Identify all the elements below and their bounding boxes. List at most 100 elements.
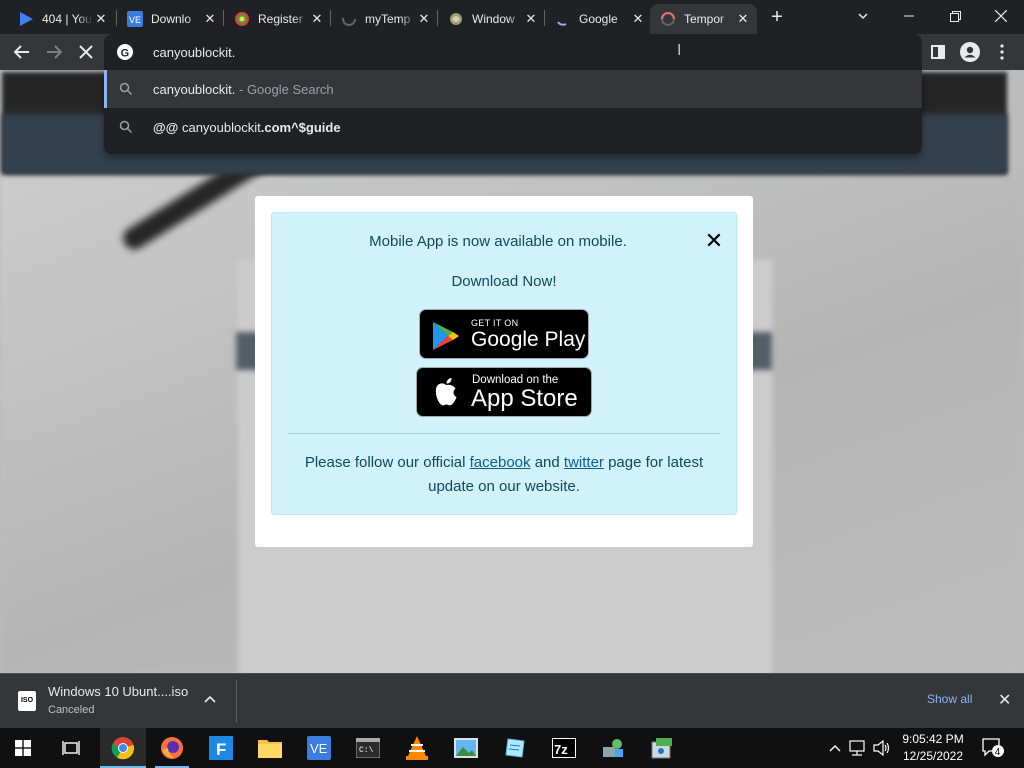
network-icon[interactable] — [848, 728, 868, 768]
leaf-icon — [234, 11, 250, 27]
task-view-icon[interactable] — [48, 728, 94, 768]
clock-time: 9:05:42 PM — [902, 732, 964, 746]
svg-text:C:\: C:\ — [359, 746, 374, 755]
tab-search-icon[interactable] — [840, 0, 886, 32]
close-icon[interactable]: ✕ — [416, 11, 432, 27]
close-icon[interactable]: ✕ — [93, 11, 109, 27]
suggestion-filter-rule[interactable]: @@ canyoublockit.com^$guide — [104, 108, 922, 146]
loading-icon — [555, 11, 571, 27]
google-play-big-text: Google Play — [471, 328, 586, 351]
tab-title: Google — [579, 12, 618, 26]
twitter-link[interactable]: twitter — [564, 454, 604, 471]
tab-6[interactable]: Google ✕ — [545, 4, 652, 34]
tab-5[interactable]: Window ✕ — [438, 4, 545, 34]
download-file-name[interactable]: Windows 10 Ubunt....iso — [48, 684, 188, 699]
close-icon[interactable]: ✕ — [309, 11, 325, 27]
suggestion-query: canyoublockit — [181, 119, 261, 135]
profile-icon[interactable] — [956, 38, 984, 66]
menu-kebab-icon[interactable] — [988, 38, 1016, 66]
folder-icon[interactable] — [247, 728, 293, 768]
back-button[interactable] — [8, 38, 36, 66]
app-promo-modal: Mobile App is now available on mobile. ✕… — [255, 196, 753, 547]
shelf-divider — [236, 680, 237, 722]
iso-file-icon: ISO — [18, 691, 36, 711]
google-g-icon: G — [117, 44, 133, 60]
swirl-icon — [448, 11, 464, 27]
tab-title: Tempor — [684, 12, 725, 26]
autocomplete-dropdown: canyoublockit. - Google Search @@ canyou… — [104, 70, 922, 154]
svg-text:7z: 7z — [554, 742, 568, 757]
tab-title: Window — [472, 12, 515, 26]
notification-count: 4 — [995, 747, 1001, 758]
suggestion-google-search[interactable]: canyoublockit. - Google Search — [104, 70, 922, 108]
app-store-badge[interactable]: Download on the App Store — [416, 367, 592, 417]
start-button[interactable] — [0, 728, 46, 768]
clock-date: 12/25/2022 — [902, 749, 964, 763]
7zip-icon[interactable]: 7z — [541, 728, 587, 768]
tab-3[interactable]: Register ✕ — [224, 4, 331, 34]
tab-4[interactable]: myTemp ✕ — [331, 4, 438, 34]
installer-icon[interactable] — [639, 728, 685, 768]
svg-text:F: F — [216, 740, 226, 759]
google-play-small-text: GET IT ON — [471, 318, 519, 328]
tab-title: 404 | You — [42, 12, 92, 26]
modal-cta-text: Download Now! — [451, 273, 557, 290]
download-status: Canceled — [48, 704, 95, 716]
forward-button[interactable] — [40, 38, 68, 66]
firefox-icon[interactable] — [149, 728, 195, 768]
apple-icon — [431, 377, 461, 414]
tab-title: Downlo — [151, 12, 192, 26]
suggestion-text: @@ canyoublockit.com^$guide — [153, 120, 341, 135]
suggestion-query: canyoublockit. — [153, 81, 236, 97]
close-icon[interactable]: ✕ — [630, 11, 646, 27]
address-bar[interactable]: G canyoublockit. I — [104, 34, 922, 70]
play-icon — [18, 11, 34, 27]
info-alert: Mobile App is now available on mobile. ✕… — [271, 212, 737, 515]
svg-text:G: G — [121, 47, 130, 59]
download-shelf: ISO Windows 10 Ubunt....iso Canceled Sho… — [0, 673, 1024, 728]
footer-before: Please follow our official — [304, 454, 470, 471]
facebook-link[interactable]: facebook — [470, 454, 531, 471]
new-tab-button[interactable]: + — [766, 6, 788, 28]
google-play-badge[interactable]: GET IT ON Google Play — [419, 309, 589, 359]
close-icon[interactable]: ✕ — [523, 11, 539, 27]
network-app-icon[interactable] — [590, 728, 636, 768]
address-input[interactable]: canyoublockit. — [153, 45, 235, 60]
spinner-icon — [341, 11, 357, 27]
divider — [288, 433, 720, 434]
system-clock[interactable]: 9:05:42 PM 12/25/2022 — [896, 731, 970, 765]
minimize-button[interactable] — [886, 0, 932, 32]
close-icon[interactable]: ✕ — [735, 11, 751, 27]
close-shelf-button[interactable]: ✕ — [998, 690, 1011, 710]
windows-taskbar: F VE C:\ 7z 9:05:42 PM 12/25/2022 4 — [0, 728, 1024, 768]
show-all-link[interactable]: Show all — [927, 692, 972, 706]
photo-icon[interactable] — [443, 728, 489, 768]
notepad-icon[interactable] — [492, 728, 538, 768]
chevron-up-icon[interactable] — [204, 692, 216, 706]
notification-center-icon[interactable]: 4 — [978, 728, 1008, 768]
tray-chevron-up-icon[interactable] — [826, 728, 844, 768]
ve-icon[interactable]: VE — [296, 728, 342, 768]
search-icon — [119, 82, 133, 96]
terminal-icon[interactable]: C:\ — [345, 728, 391, 768]
vlc-icon[interactable] — [394, 728, 440, 768]
restore-button[interactable] — [932, 0, 978, 32]
stop-button[interactable] — [72, 38, 100, 66]
tab-7-active[interactable]: Tempor ✕ — [650, 4, 757, 34]
footer-mid: and — [530, 454, 564, 471]
side-panel-icon[interactable] — [924, 38, 952, 66]
google-play-icon — [430, 320, 462, 357]
tab-title: Register — [258, 12, 303, 26]
chrome-icon[interactable] — [100, 728, 146, 768]
modal-message: Mobile App is now available on mobile. — [369, 233, 627, 250]
close-window-button[interactable] — [978, 0, 1024, 32]
volume-icon[interactable] — [872, 728, 892, 768]
close-icon[interactable]: ✕ — [202, 11, 218, 27]
suggestion-prefix: @@ — [153, 119, 182, 135]
app-store-big-text: App Store — [471, 385, 578, 412]
close-modal-button[interactable]: ✕ — [704, 230, 724, 252]
svg-text:VE: VE — [129, 15, 141, 25]
tab-1[interactable]: 404 | You ✕ — [8, 4, 115, 34]
tab-2[interactable]: VE Downlo ✕ — [117, 4, 224, 34]
f-app-icon[interactable]: F — [198, 728, 244, 768]
